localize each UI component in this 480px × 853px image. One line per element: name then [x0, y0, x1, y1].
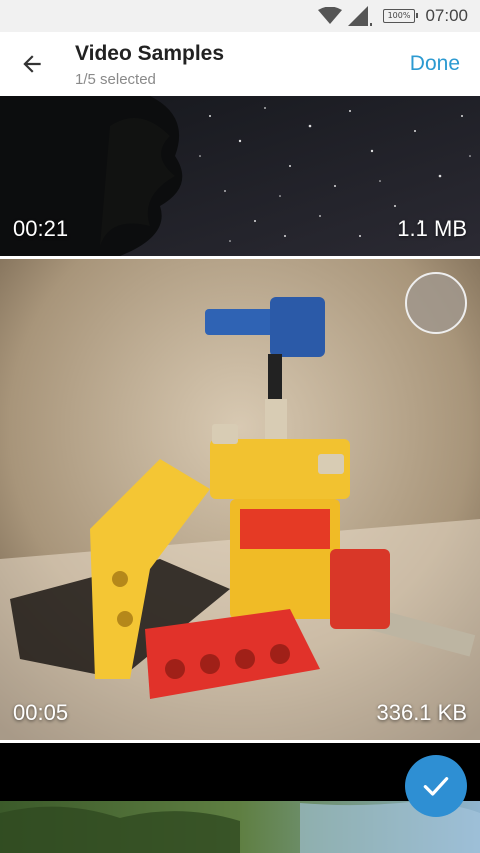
clock: 07:00	[425, 6, 468, 25]
wifi-icon	[318, 7, 342, 24]
battery-icon: 100%	[383, 9, 418, 23]
video-list: 00:21 1.1 MB 00:05 336.1 KB	[0, 96, 480, 853]
select-toggle-checked[interactable]	[405, 755, 467, 817]
signal-icon	[348, 6, 372, 26]
selection-count: 1/5 selected	[75, 71, 156, 88]
select-toggle[interactable]	[405, 272, 467, 334]
checkmark-icon	[423, 777, 449, 796]
video-thumbnail	[0, 259, 480, 740]
video-duration: 00:05	[13, 700, 69, 725]
status-bar: 100% 07:00	[0, 0, 480, 32]
video-size: 336.1 KB	[376, 700, 467, 725]
app-bar: Video Samples 1/5 selected Done	[0, 32, 480, 96]
page-title: Video Samples	[75, 42, 225, 65]
video-tile[interactable]: 00:21 1.1 MB	[0, 96, 480, 256]
video-size: 1.1 MB	[397, 216, 467, 241]
video-tile[interactable]	[0, 743, 480, 853]
video-duration: 00:21	[13, 216, 69, 241]
arrow-back-icon	[23, 55, 41, 73]
video-tile[interactable]: 00:05 336.1 KB	[0, 259, 480, 740]
done-button[interactable]: Done	[410, 52, 460, 76]
back-button[interactable]	[10, 42, 54, 86]
